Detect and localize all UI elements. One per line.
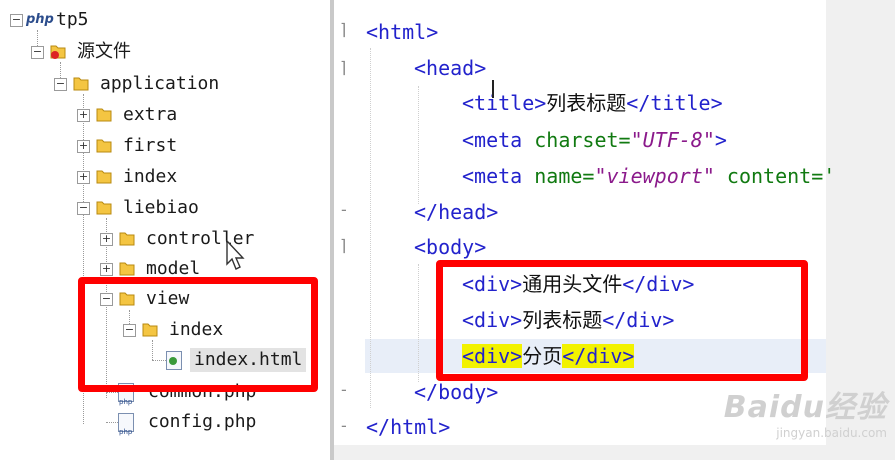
tree-node-label: application: [100, 73, 220, 94]
collapse-icon[interactable]: −: [31, 46, 44, 59]
tree-connector: [106, 392, 118, 393]
code-tag: >: [714, 128, 727, 152]
expand-icon[interactable]: +: [100, 263, 113, 276]
watermark: Baidu经验 jingyan.baidu.com: [724, 382, 887, 440]
code-tag: <title>: [462, 91, 547, 115]
tree-node-extra[interactable]: + extra: [77, 103, 177, 127]
tree-node-label: config.php: [148, 411, 257, 432]
project-tree: − php tp5 − 源文件 − application + extra + …: [0, 0, 330, 460]
code-tag: <html>: [366, 20, 439, 44]
tree-node-first[interactable]: + first: [77, 134, 177, 158]
code-line-1[interactable]: <html>: [366, 16, 438, 48]
tree-node-label: extra: [123, 104, 178, 125]
tree-node-liebiao[interactable]: − liebiao: [77, 196, 199, 220]
folder-icon: [96, 170, 112, 184]
tree-connector: [106, 422, 118, 423]
code-text: 列表标题: [546, 91, 627, 115]
code-line-2[interactable]: <head>: [414, 52, 486, 84]
code-tag: <meta: [462, 164, 535, 188]
tree-node-label: 源文件: [77, 41, 131, 62]
code-attr: name=: [534, 164, 595, 188]
code-tag: </html>: [366, 415, 451, 439]
tree-node-label: tp5: [56, 9, 89, 30]
code-attr: charset=: [534, 128, 631, 152]
watermark-brand: Baidu经验: [723, 390, 887, 425]
fold-marker[interactable]: -: [341, 200, 347, 219]
expand-icon[interactable]: +: [77, 171, 90, 184]
folder-icon: [96, 201, 112, 215]
code-line-7[interactable]: <body>: [414, 231, 486, 263]
indent-guide: [370, 48, 371, 408]
folder-icon: [119, 262, 135, 276]
folder-icon: [96, 108, 112, 122]
code-line-6[interactable]: </head>: [414, 196, 498, 228]
tree-node-tp5[interactable]: − php tp5: [10, 8, 89, 32]
text-cursor-icon: [492, 80, 494, 98]
php-file-icon: php: [118, 413, 134, 436]
code-tag: <head>: [414, 56, 487, 80]
code-line-12[interactable]: </html>: [366, 411, 450, 443]
collapse-icon[interactable]: −: [54, 78, 67, 91]
code-string: "viewport": [594, 164, 715, 188]
highlight-box-tree: [78, 277, 318, 392]
tree-node-label: liebiao: [123, 197, 199, 218]
collapse-icon[interactable]: −: [77, 202, 90, 215]
code-attr: content=': [714, 164, 836, 188]
expand-icon[interactable]: +: [100, 233, 113, 246]
fold-marker[interactable]: -: [341, 416, 347, 435]
fold-marker[interactable]: -: [341, 380, 347, 399]
tree-node-label: index: [123, 166, 178, 187]
code-tag: </head>: [414, 200, 499, 224]
code-string: "UTF-8": [630, 128, 715, 152]
folder-icon: [73, 77, 89, 91]
highlight-box-editor: [436, 260, 808, 381]
source-folder-icon: [50, 45, 66, 59]
code-line-5[interactable]: <meta name="viewport" content=': [462, 160, 835, 192]
code-tag: </title>: [626, 91, 723, 115]
code-tag: <meta: [462, 128, 535, 152]
php-project-icon: php: [26, 12, 54, 27]
folder-icon: [96, 139, 112, 153]
folder-icon: [119, 232, 135, 246]
code-line-4[interactable]: <meta charset="UTF-8">: [462, 124, 727, 156]
watermark-url: jingyan.baidu.com: [776, 426, 887, 440]
collapse-icon[interactable]: −: [10, 14, 23, 27]
tree-node-application[interactable]: − application: [54, 72, 219, 96]
indent-guide: [418, 264, 419, 382]
tree-node-label: first: [123, 135, 178, 156]
tree-node-config-php[interactable]: php config.php: [118, 410, 257, 436]
code-line-3[interactable]: <title>列表标题</title>: [462, 87, 723, 119]
tree-node-index[interactable]: + index: [77, 165, 177, 189]
tree-node-source-files[interactable]: − 源文件: [31, 40, 131, 64]
expand-icon[interactable]: +: [77, 140, 90, 153]
code-tag: </body>: [414, 380, 499, 404]
fold-marker[interactable]: ⌉: [340, 58, 346, 77]
expand-icon[interactable]: +: [77, 109, 90, 122]
mouse-pointer-icon: [226, 240, 245, 270]
fold-marker[interactable]: ⌉: [340, 20, 346, 39]
fold-marker[interactable]: ⌉: [340, 236, 346, 255]
indent-guide: [418, 86, 419, 204]
code-tag: <body>: [414, 235, 487, 259]
